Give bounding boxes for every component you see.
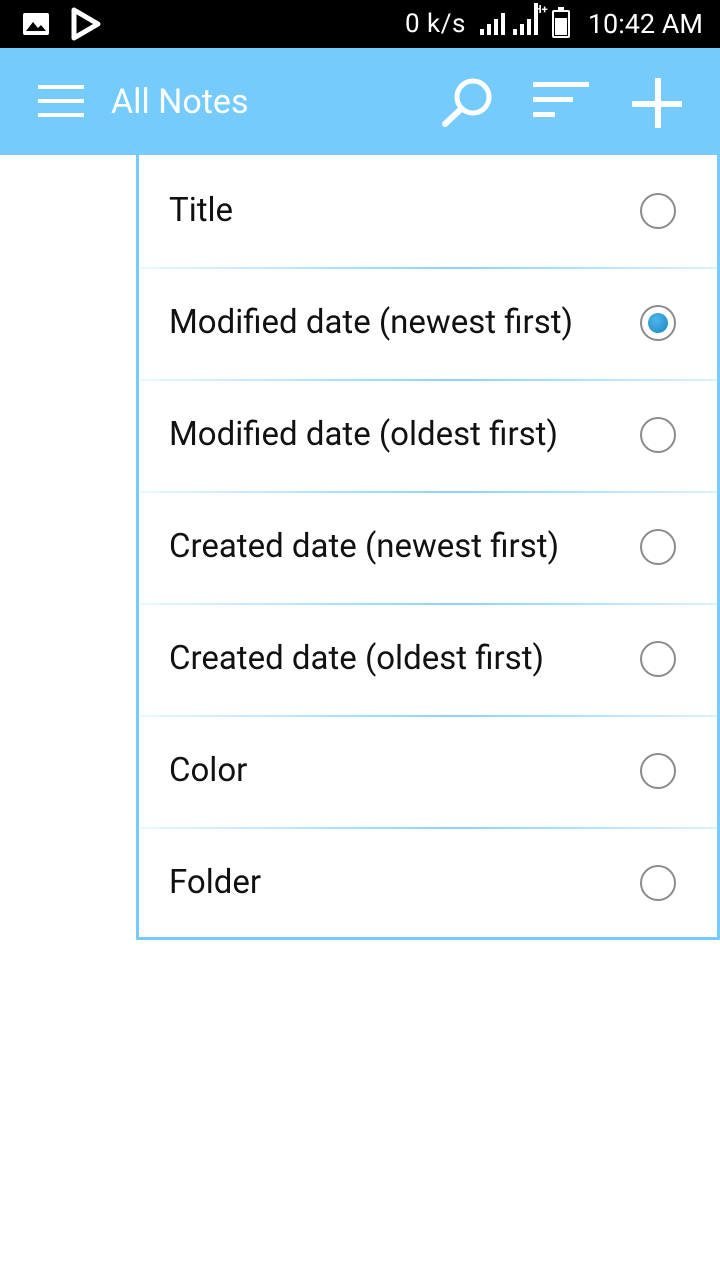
sort-option-modified-newest[interactable]: Modified date (newest first) (139, 267, 717, 379)
radio-button[interactable] (640, 641, 676, 677)
sort-icon[interactable] (533, 82, 591, 122)
radio-button[interactable] (640, 305, 676, 341)
gallery-icon (23, 13, 49, 35)
radio-button[interactable] (640, 193, 676, 229)
sort-option-label: Created date (newest first) (169, 527, 560, 566)
radio-button[interactable] (640, 753, 676, 789)
search-icon[interactable] (440, 76, 496, 128)
radio-button[interactable] (640, 865, 676, 901)
signal-icon: H+ (512, 3, 548, 35)
sort-option-created-oldest[interactable]: Created date (oldest first) (139, 603, 717, 715)
sort-option-title[interactable]: Title (139, 155, 717, 267)
notification-icons (22, 7, 102, 41)
sort-menu: Title Modified date (newest first) Modif… (136, 155, 720, 940)
play-store-icon (71, 7, 101, 41)
add-icon[interactable] (632, 78, 684, 130)
network-type-label: H+ (533, 3, 548, 16)
sort-option-modified-oldest[interactable]: Modified date (oldest first) (139, 379, 717, 491)
sort-option-folder[interactable]: Folder (139, 827, 717, 939)
sort-option-label: Folder (169, 863, 262, 902)
sort-option-label: Created date (oldest first) (169, 639, 544, 678)
signal-icon (479, 13, 505, 35)
sort-option-label: Title (169, 191, 234, 230)
page-title: All Notes (111, 82, 249, 122)
radio-button[interactable] (640, 417, 676, 453)
sort-option-label: Color (169, 751, 248, 790)
battery-icon (551, 7, 570, 38)
menu-icon[interactable] (38, 85, 86, 119)
sort-option-label: Modified date (newest first) (169, 303, 574, 342)
sort-option-color[interactable]: Color (139, 715, 717, 827)
clock: 10:42 AM (587, 8, 703, 40)
sort-option-label: Modified date (oldest first) (169, 415, 558, 454)
app-bar: All Notes (0, 48, 720, 155)
radio-button[interactable] (640, 529, 676, 565)
status-bar: 0 k/s H+ 10:42 AM (0, 0, 720, 48)
sort-option-created-newest[interactable]: Created date (newest first) (139, 491, 717, 603)
network-speed: 0 k/s (404, 9, 466, 39)
